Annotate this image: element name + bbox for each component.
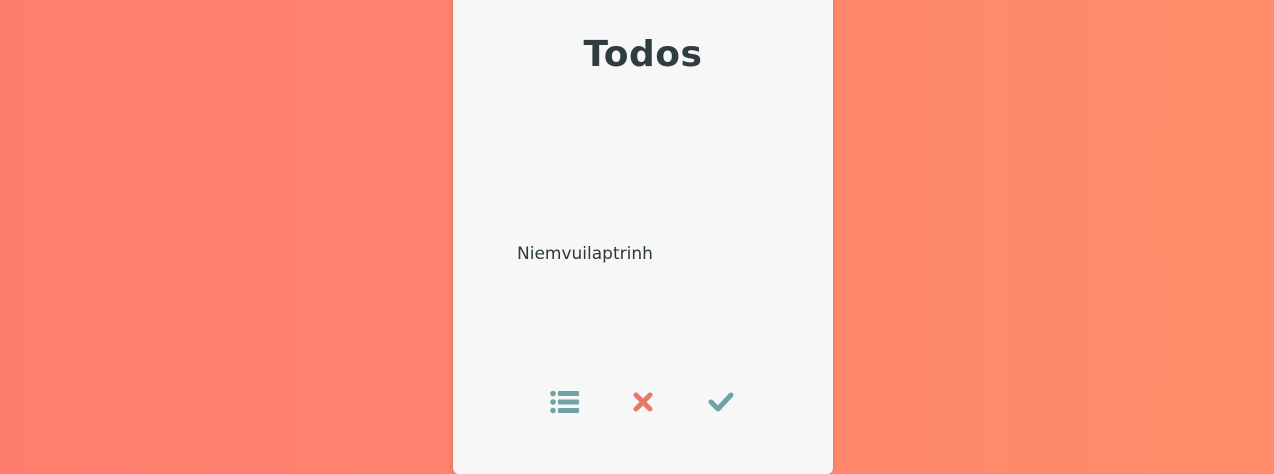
- todo-item[interactable]: Niemvuilaptrinh: [517, 244, 653, 264]
- action-toolbar: [453, 386, 833, 418]
- close-icon: [633, 392, 653, 412]
- list-icon: [550, 390, 579, 414]
- complete-button[interactable]: [705, 386, 737, 418]
- check-icon: [708, 392, 734, 412]
- delete-button[interactable]: [627, 386, 659, 418]
- list-button[interactable]: [549, 386, 581, 418]
- todo-card: Todos Niemvuilaptrinh: [453, 0, 833, 474]
- page-title: Todos: [583, 34, 703, 75]
